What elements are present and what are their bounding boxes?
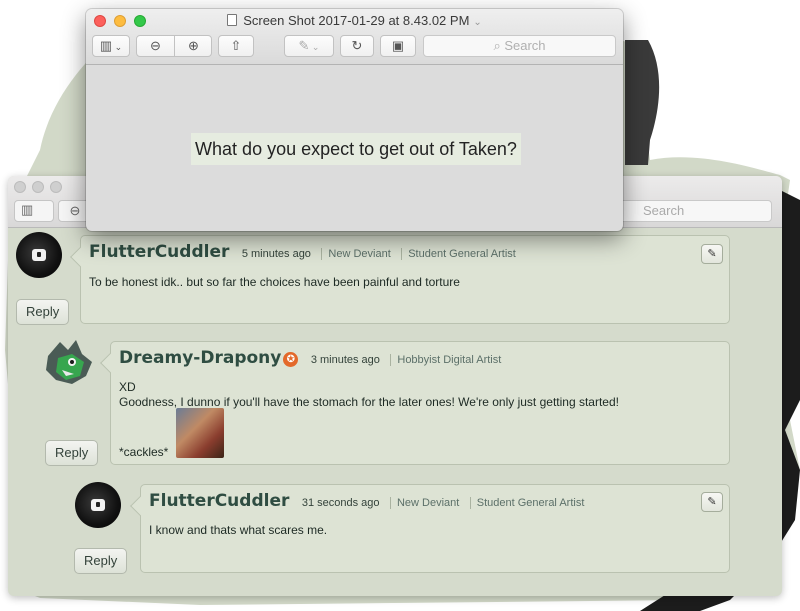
document-icon: [227, 14, 238, 26]
preview-window: Screen Shot 2017-01-29 at 8.43.02 PM ⌄ ▥ …: [86, 9, 623, 231]
zoom-out-icon: ⊖: [69, 203, 81, 218]
share-icon: ⇧: [230, 38, 242, 53]
rotate-icon: ↻: [351, 38, 363, 53]
search-placeholder: Search: [643, 203, 685, 218]
comment-text: XD: [119, 380, 136, 394]
user-tag: Student General Artist: [469, 497, 585, 509]
comment-text: I know and thats what scares me.: [149, 523, 328, 537]
edit-button[interactable]: ✎: [701, 244, 723, 264]
username-link[interactable]: Dreamy-Drapony: [119, 348, 281, 368]
user-tag: Hobbyist Digital Artist: [390, 354, 502, 366]
back-zoom-button[interactable]: [50, 181, 62, 193]
share-button[interactable]: ⇧: [218, 35, 254, 57]
back-close-button[interactable]: [14, 181, 26, 193]
zoom-controls: ⊖ ⊕: [136, 35, 212, 57]
zoom-out-icon: ⊖: [150, 38, 161, 53]
zoom-in-button[interactable]: ⊕: [175, 36, 212, 56]
timestamp[interactable]: 3 minutes ago: [311, 354, 380, 366]
chevron-down-icon: ⌄: [473, 17, 482, 28]
toolbox-icon: ▣: [391, 38, 405, 53]
star-badge-icon: ✪: [283, 352, 299, 367]
user-tag: New Deviant: [321, 248, 391, 260]
timestamp[interactable]: 31 seconds ago: [302, 497, 380, 509]
comment-text: To be honest idk.. but so far the choice…: [89, 275, 460, 289]
search-icon: ⌕: [493, 38, 501, 53]
titlebar: Screen Shot 2017-01-29 at 8.43.02 PM ⌄ ▥ …: [86, 9, 623, 65]
pen-icon: ✎: [298, 38, 310, 53]
pencil-icon: ✎: [707, 496, 717, 508]
pencil-icon: ✎: [707, 248, 717, 260]
sidebar-toggle-button[interactable]: ▥ ⌄: [92, 35, 130, 57]
sidebar-icon: ▥: [21, 202, 34, 217]
zoom-in-icon: ⊕: [188, 38, 199, 53]
avatar[interactable]: [16, 232, 62, 278]
user-tag: New Deviant: [389, 497, 460, 509]
username-link[interactable]: FlutterCuddler: [89, 242, 229, 262]
reply-button[interactable]: Reply: [16, 299, 70, 325]
comment-text: *cackles*: [119, 445, 169, 459]
zoom-out-button[interactable]: ⊖: [137, 36, 174, 56]
rotate-button[interactable]: ↻: [340, 35, 374, 57]
reply-button[interactable]: Reply: [74, 548, 128, 574]
timestamp[interactable]: 5 minutes ago: [242, 248, 311, 260]
emote-thumbnail-image: [176, 408, 224, 458]
username-link[interactable]: FlutterCuddler: [149, 491, 289, 511]
comment-box: FlutterCuddler 31 seconds ago New Devian…: [130, 484, 730, 573]
back-search-field[interactable]: Search: [616, 200, 772, 222]
back-sidebar-toggle-button[interactable]: ▥: [14, 200, 54, 222]
sidebar-icon: ▥: [99, 38, 113, 53]
reply-button[interactable]: Reply: [45, 440, 99, 466]
avatar[interactable]: [42, 336, 96, 388]
window-title[interactable]: Screen Shot 2017-01-29 at 8.43.02 PM ⌄: [86, 13, 623, 28]
markup-button[interactable]: ✎ ⌄: [284, 35, 334, 57]
search-field[interactable]: ⌕ Search: [423, 35, 616, 57]
comment-box: FlutterCuddler 5 minutes ago New Deviant…: [70, 235, 730, 324]
toolbox-button[interactable]: ▣: [380, 35, 416, 57]
back-minimize-button[interactable]: [32, 181, 44, 193]
screenshot-content-text: What do you expect to get out of Taken?: [191, 133, 521, 165]
dragon-avatar-icon: [46, 340, 92, 384]
user-tag: Student General Artist: [401, 248, 516, 260]
avatar[interactable]: [75, 482, 121, 528]
edit-button[interactable]: ✎: [701, 492, 723, 512]
search-placeholder: Search: [504, 38, 546, 53]
